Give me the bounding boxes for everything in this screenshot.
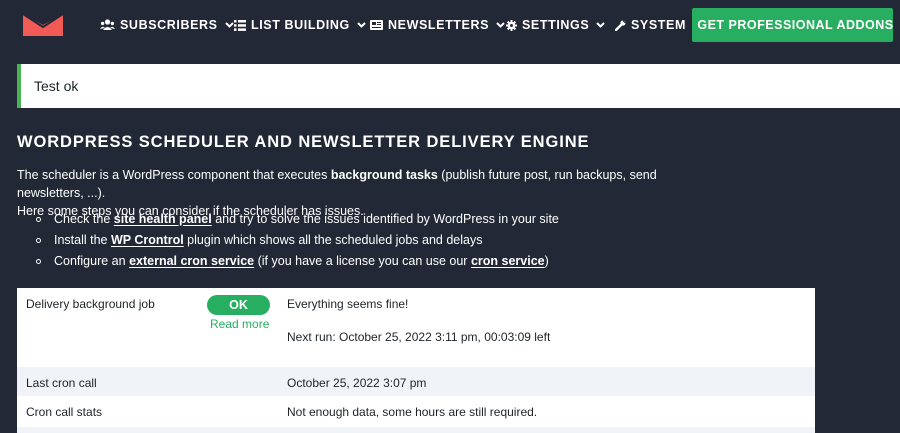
nav-newsletters[interactable]: Newsletters xyxy=(370,17,505,33)
gear-icon xyxy=(506,19,517,31)
list-icon xyxy=(234,19,246,31)
notice-text: Test ok xyxy=(34,78,79,94)
cron-service-link[interactable]: cron service xyxy=(471,252,545,270)
row-label: Last cron call xyxy=(26,376,97,390)
chevron-down-icon xyxy=(496,22,505,28)
list-item: Install the WP Crontrol plugin which sho… xyxy=(36,229,559,250)
get-professional-addons-button[interactable]: Get Professional Addons xyxy=(692,8,893,42)
status-badge: OK xyxy=(207,295,270,315)
bullet-icon xyxy=(36,258,41,264)
status-table: Delivery background job OK Read more Eve… xyxy=(17,288,815,433)
list-item: Check the site health panel and try to s… xyxy=(36,208,559,229)
nav-newsletters-label: Newsletters xyxy=(388,18,490,32)
nav-settings[interactable]: Settings xyxy=(506,17,606,33)
wp-crontrol-link[interactable]: WP Crontrol xyxy=(111,231,184,249)
row-label: Delivery background job xyxy=(26,297,155,311)
row-value: Everything seems fine! xyxy=(287,297,409,311)
nav-settings-label: Settings xyxy=(522,18,590,32)
chevron-down-icon xyxy=(224,22,234,28)
table-row: Cron call stats Not enough data, some ho… xyxy=(17,397,815,426)
page-title: WordPress Scheduler and Newsletter Deliv… xyxy=(17,133,590,151)
table-row: Last cron call October 25, 2022 3:07 pm xyxy=(17,367,815,396)
external-cron-service-link[interactable]: external cron service xyxy=(129,252,254,270)
chevron-down-icon xyxy=(357,22,366,28)
nav-system[interactable]: System xyxy=(615,17,686,33)
table-row xyxy=(17,427,815,433)
cta-label: Get Professional Addons xyxy=(697,18,894,32)
bullet-icon xyxy=(36,216,41,222)
nav-list-building[interactable]: List Building xyxy=(234,17,366,33)
intro-bold: background tasks xyxy=(330,168,438,182)
wrench-icon xyxy=(615,19,626,31)
users-icon xyxy=(100,19,115,30)
nav-system-label: System xyxy=(631,18,686,32)
table-row: Delivery background job OK Read more Eve… xyxy=(17,288,815,366)
list-item: Configure an external cron service (if y… xyxy=(36,250,559,271)
nav-subscribers-label: Subscribers xyxy=(120,18,218,32)
chevron-down-icon xyxy=(596,22,606,28)
success-notice: Test ok xyxy=(17,64,900,108)
row-value-next-run: Next run: October 25, 2022 3:11 pm, 00:0… xyxy=(287,330,551,344)
top-navigation-bar: Subscribers List Building Newsletters xyxy=(0,0,900,50)
steps-list: Check the site health panel and try to s… xyxy=(36,208,559,271)
bullet-icon xyxy=(36,237,41,243)
site-health-panel-link[interactable]: site health panel xyxy=(114,210,212,228)
newsletter-logo-icon[interactable] xyxy=(23,14,63,36)
newspaper-icon xyxy=(370,20,383,30)
nav-subscribers[interactable]: Subscribers xyxy=(100,17,234,33)
row-label: Cron call stats xyxy=(26,405,103,419)
row-value: Not enough data, some hours are still re… xyxy=(287,405,538,419)
nav-list-building-label: List Building xyxy=(251,18,350,32)
row-value: October 25, 2022 3:07 pm xyxy=(287,376,427,390)
read-more-link[interactable]: Read more xyxy=(210,317,269,331)
